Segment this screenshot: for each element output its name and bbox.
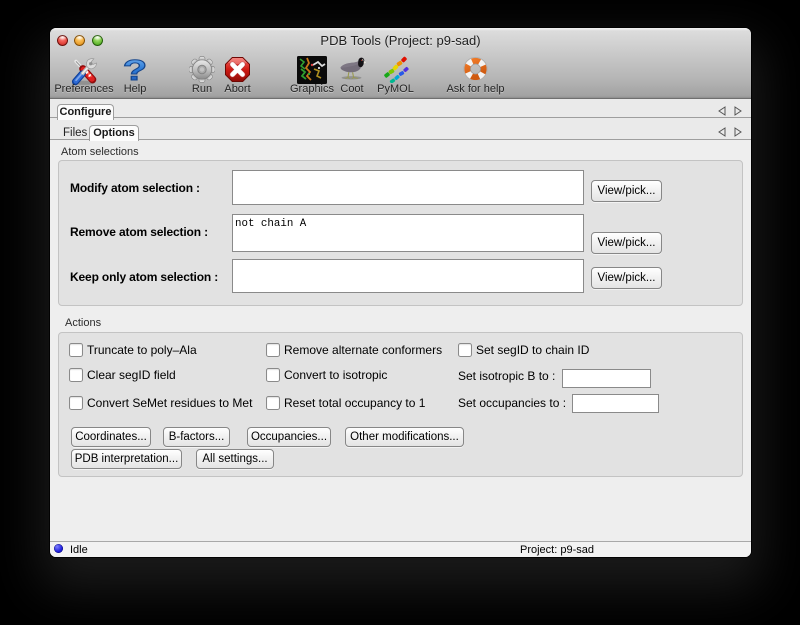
svg-text:?: ?	[123, 56, 147, 84]
